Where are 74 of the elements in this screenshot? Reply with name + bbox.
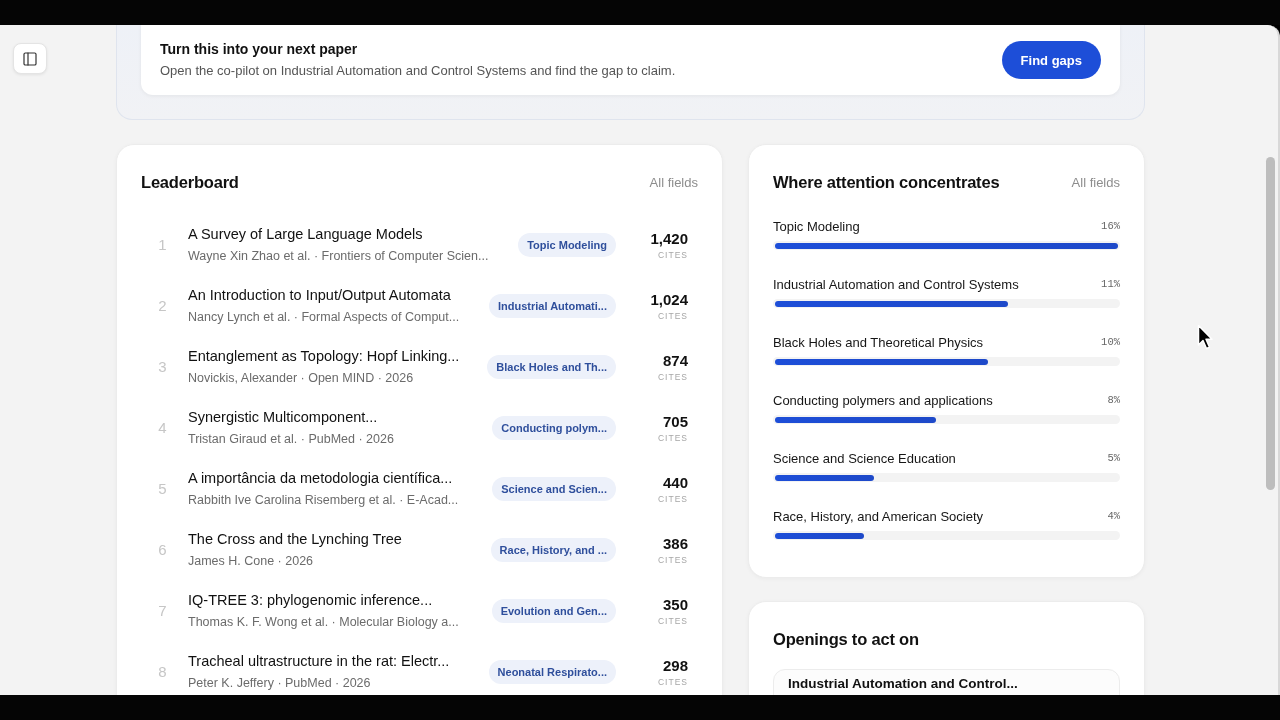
opening-title: Industrial Automation and Control...	[788, 676, 1019, 692]
citation-label: CITES	[657, 675, 688, 688]
field-label: Black Holes and Theoretical Physics	[773, 334, 984, 350]
sidebar-toggle-button[interactable]	[13, 43, 47, 74]
citation-label: CITES	[657, 614, 688, 627]
citation-count: 1,024	[650, 289, 688, 310]
paper-title: Tracheal ultrastructure in the rat: Electr...	[188, 652, 451, 671]
sidebar-icon	[22, 50, 38, 67]
paper-meta: Wayne Xin Zhao et al. · Frontiers of Computer Scien...	[188, 248, 490, 265]
banner-text: Open the co-pilot on Industrial Automation and Control Systems and find the gap to claim.	[160, 62, 677, 80]
paper-title: IQ-TREE 3: phylogenomic inference...	[188, 591, 434, 610]
citation-label: CITES	[657, 492, 688, 505]
topic-tag: Neonatal Respirato...	[488, 659, 616, 684]
rank-number: 8	[157, 663, 168, 680]
citation-count: 386	[662, 533, 688, 554]
field-label: Industrial Automation and Control Systems	[773, 276, 1019, 292]
topic-tag: Conducting polym...	[492, 415, 616, 440]
cursor-icon	[1197, 324, 1214, 350]
opening-item[interactable]: Industrial Automation and Control...	[773, 669, 1120, 695]
citation-label: CITES	[657, 248, 688, 261]
topic-tag: Topic Modeling	[518, 232, 616, 257]
topic-tag: Science and Scien...	[492, 476, 616, 501]
field-percent: 10%	[1101, 336, 1120, 348]
field-percent: 11%	[1101, 278, 1120, 290]
paper-title: An Introduction to Input/Output Automata	[188, 286, 452, 305]
topic-tag: Black Holes and Th...	[487, 354, 616, 379]
banner-title: Turn this into your next paper	[160, 40, 359, 59]
find-gaps-button[interactable]: Find gaps	[1001, 41, 1101, 79]
rank-number: 4	[157, 419, 168, 436]
paper-title: Synergistic Multicomponent...	[188, 408, 379, 427]
paper-meta: Peter K. Jeffery · PubMed · 2026	[188, 675, 372, 692]
filter-link[interactable]: All fields	[649, 174, 698, 190]
citation-count: 440	[662, 472, 688, 493]
card-title: Openings to act on	[773, 629, 919, 649]
paper-title: Entanglement as Topology: Hopf Linking...	[188, 347, 461, 366]
topic-tag: Evolution and Gen...	[491, 598, 616, 623]
rank-number: 1	[157, 236, 168, 253]
citation-count: 874	[662, 350, 688, 371]
citation-label: CITES	[657, 553, 688, 566]
card-title: Where attention concentrates	[773, 172, 1000, 192]
paper-meta: James H. Cone · 2026	[188, 553, 315, 570]
citation-label: CITES	[657, 431, 688, 444]
field-percent: 16%	[1101, 220, 1120, 232]
rank-number: 5	[157, 480, 168, 497]
scrollbar-thumb[interactable]	[1266, 157, 1275, 490]
citation-count: 350	[662, 594, 688, 615]
rank-number: 7	[157, 602, 168, 619]
card-title: Leaderboard	[141, 172, 239, 192]
rank-number: 3	[157, 358, 168, 375]
field-percent: 8%	[1107, 394, 1120, 406]
paper-meta: Tristan Giraud et al. · PubMed · 2026	[188, 431, 395, 448]
field-label: Conducting polymers and applications	[773, 392, 993, 408]
field-percent: 5%	[1107, 452, 1120, 464]
citation-count: 705	[662, 411, 688, 432]
paper-meta: Thomas K. F. Wong et al. · Molecular Biology a...	[188, 614, 460, 631]
filter-link[interactable]: All fields	[1071, 174, 1120, 190]
rank-number: 6	[157, 541, 168, 558]
paper-title: A Survey of Large Language Models	[188, 225, 424, 244]
paper-title: The Cross and the Lynching Tree	[188, 530, 403, 549]
paper-title: A importância da metodologia científica...	[188, 469, 454, 488]
field-label: Science and Science Education	[773, 450, 956, 466]
field-label: Topic Modeling	[773, 218, 860, 234]
topic-tag: Industrial Automati...	[489, 293, 616, 318]
citation-count: 298	[662, 655, 688, 676]
citation-count: 1,420	[650, 228, 688, 249]
field-percent: 4%	[1107, 510, 1120, 522]
citation-label: CITES	[657, 309, 688, 322]
paper-meta: Novickis, Alexander · Open MIND · 2026	[188, 370, 415, 387]
rank-number: 2	[157, 297, 168, 314]
paper-meta: Rabbith Ive Carolina Risemberg et al. · E-Acad...	[188, 492, 460, 509]
paper-meta: Nancy Lynch et al. · Formal Aspects of Comput...	[188, 309, 461, 326]
citation-label: CITES	[657, 370, 688, 383]
topic-tag: Race, History, and ...	[490, 537, 616, 562]
field-label: Race, History, and American Society	[773, 508, 983, 524]
